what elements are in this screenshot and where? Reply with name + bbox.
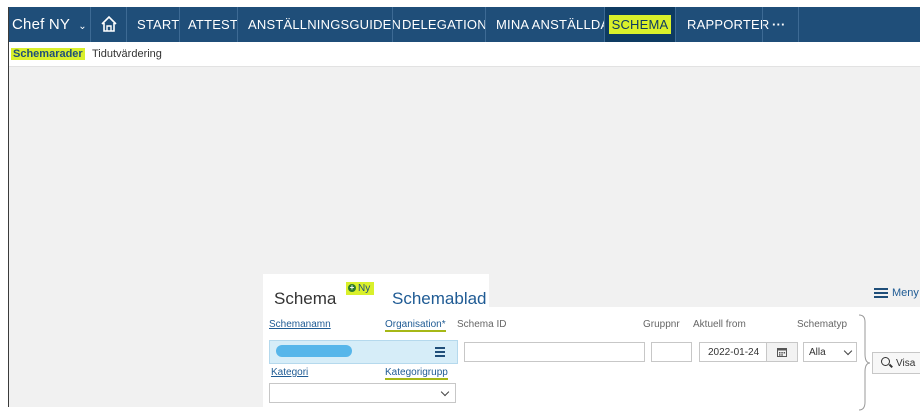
nav-schema[interactable]: SCHEMA: [605, 7, 675, 42]
page: Chef NY ⌄ START ATTEST ANSTÄLLNINGSGUIDE…: [8, 7, 920, 414]
home-icon: [101, 15, 117, 32]
visa-label: Visa: [896, 358, 916, 369]
nav-schema-label: SCHEMA: [608, 15, 672, 34]
tab-schema[interactable]: Schema: [274, 289, 336, 309]
search-form: Schemanamn Organisation* Schema ID Grupp…: [263, 307, 920, 414]
aktuell-from-input[interactable]: 2022-01-24: [699, 342, 798, 362]
role-switcher[interactable]: Chef NY ⌄: [12, 7, 87, 42]
schematyp-value: Alla: [809, 347, 826, 358]
organisation-label-text: Organisation: [385, 319, 442, 330]
aktuell-from-value: 2022-01-24: [708, 347, 760, 358]
chevron-down-icon: [440, 387, 450, 397]
role-label: Chef NY: [12, 16, 70, 33]
nav-attest[interactable]: ATTEST: [188, 7, 238, 42]
aktuell-from-label: Aktuell from: [693, 319, 746, 330]
schematyp-select[interactable]: Alla: [803, 342, 857, 362]
home-button[interactable]: [90, 7, 126, 42]
chevron-down-icon: ⌄: [78, 21, 87, 32]
schemanamn-label[interactable]: Schemanamn: [269, 319, 331, 330]
bracket-decoration: [858, 314, 871, 411]
search-icon: [881, 357, 890, 366]
subnav-schemarader[interactable]: Schemarader: [11, 48, 85, 60]
kategori-select[interactable]: [269, 383, 456, 403]
menu-label: Meny: [892, 286, 919, 299]
schemanamn-field[interactable]: [269, 340, 458, 364]
organisation-picker-icon[interactable]: [435, 345, 445, 359]
calendar-button[interactable]: [766, 342, 798, 362]
schematyp-label: Schematyp: [797, 319, 848, 330]
hamburger-icon: [874, 286, 888, 300]
sub-navigation: Schemarader Tidutvärdering: [8, 42, 920, 67]
required-marker: *: [441, 319, 446, 330]
subnav-tidutvardering[interactable]: Tidutvärdering: [92, 48, 162, 60]
visa-button[interactable]: Visa: [872, 352, 920, 374]
top-navigation: Chef NY ⌄ START ATTEST ANSTÄLLNINGSGUIDE…: [8, 7, 920, 42]
kategori-label[interactable]: Kategori: [271, 367, 308, 378]
redacted-value: [276, 345, 352, 357]
nav-anstallningsguiden[interactable]: ANSTÄLLNINGSGUIDEN: [248, 7, 401, 42]
calendar-icon: [777, 348, 787, 357]
more-menu-button[interactable]: ···: [772, 7, 786, 42]
gruppnr-label: Gruppnr: [643, 319, 680, 330]
nav-mina-anstallda[interactable]: MINA ANSTÄLLDA: [496, 7, 609, 42]
schema-id-label: Schema ID: [457, 319, 507, 330]
chevron-down-icon: [843, 346, 853, 356]
plus-circle-icon: +: [348, 283, 356, 292]
new-label: Ny: [358, 283, 371, 294]
nav-rapporter[interactable]: RAPPORTER: [687, 7, 769, 42]
window-border: [8, 7, 9, 407]
nav-delegation[interactable]: DELEGATION: [402, 7, 487, 42]
menu-button[interactable]: Meny: [874, 286, 919, 300]
kategorigrupp-label[interactable]: Kategorigrupp: [385, 367, 448, 380]
nav-start[interactable]: START: [137, 7, 179, 42]
organisation-label[interactable]: Organisation*: [385, 319, 446, 332]
gruppnr-input[interactable]: [651, 342, 692, 362]
schema-id-input[interactable]: [464, 342, 645, 362]
new-schema-button[interactable]: + Ny: [346, 282, 375, 295]
